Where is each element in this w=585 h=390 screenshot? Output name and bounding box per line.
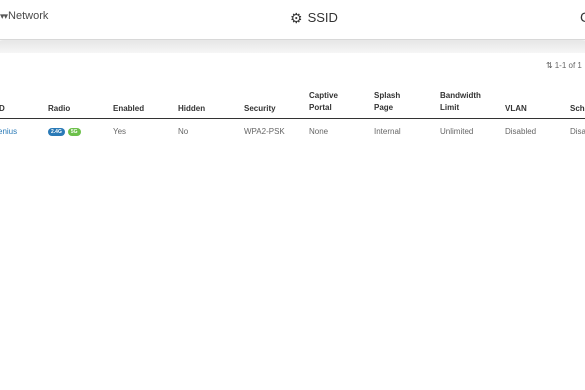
- col-header-captive-portal[interactable]: Captive Portal: [309, 90, 338, 114]
- cell-splash-page: Internal: [374, 127, 401, 136]
- network-icon: ▾▾: [0, 11, 8, 21]
- badge-5g: 5G: [67, 128, 81, 136]
- pagination: ⇅ 1-1 of 1: [546, 61, 582, 70]
- ssid-name-link[interactable]: enius: [0, 127, 17, 136]
- col-header-splash-page[interactable]: Splash Page: [374, 90, 400, 114]
- cell-enabled: Yes: [113, 127, 127, 136]
- gray-band: [0, 41, 585, 53]
- cell-hidden: No: [178, 127, 189, 136]
- page-title: ⚙ SSID: [290, 10, 338, 27]
- network-label: Network: [8, 10, 49, 22]
- network-nav[interactable]: ▾▾Network: [0, 10, 48, 22]
- col-header-bandwidth-limit[interactable]: Bandwidth Limit: [440, 90, 481, 114]
- col-header-security[interactable]: Security: [244, 103, 276, 115]
- cell-vlan: Disabled: [505, 127, 537, 136]
- badge-2-4g: 2.4G: [48, 128, 65, 136]
- cell-captive-portal: None: [309, 127, 329, 136]
- cell-bandwidth-limit: Unlimited: [440, 127, 474, 136]
- page-title-text: SSID: [307, 10, 338, 25]
- radio-badges: 2.4G 5G: [48, 127, 81, 136]
- pagination-text: 1-1 of 1: [554, 61, 582, 70]
- col-header-radio[interactable]: Radio: [48, 103, 70, 115]
- table-header-divider: [0, 118, 585, 119]
- col-header-vlan[interactable]: VLAN: [505, 103, 527, 115]
- cell-security: WPA2-PSK: [244, 127, 285, 136]
- sort-icon[interactable]: ⇅: [546, 61, 553, 70]
- col-header-name[interactable]: D: [0, 103, 5, 115]
- top-bar: ▾▾Network ⚙ SSID C: [0, 0, 585, 40]
- gear-icon: ⚙: [290, 10, 303, 26]
- col-header-hidden[interactable]: Hidden: [178, 103, 205, 115]
- col-header-schedule[interactable]: Sch: [570, 103, 585, 115]
- header-right-glyph[interactable]: C: [580, 9, 585, 25]
- col-header-enabled[interactable]: Enabled: [113, 103, 144, 115]
- cell-schedule: Disa: [570, 127, 585, 136]
